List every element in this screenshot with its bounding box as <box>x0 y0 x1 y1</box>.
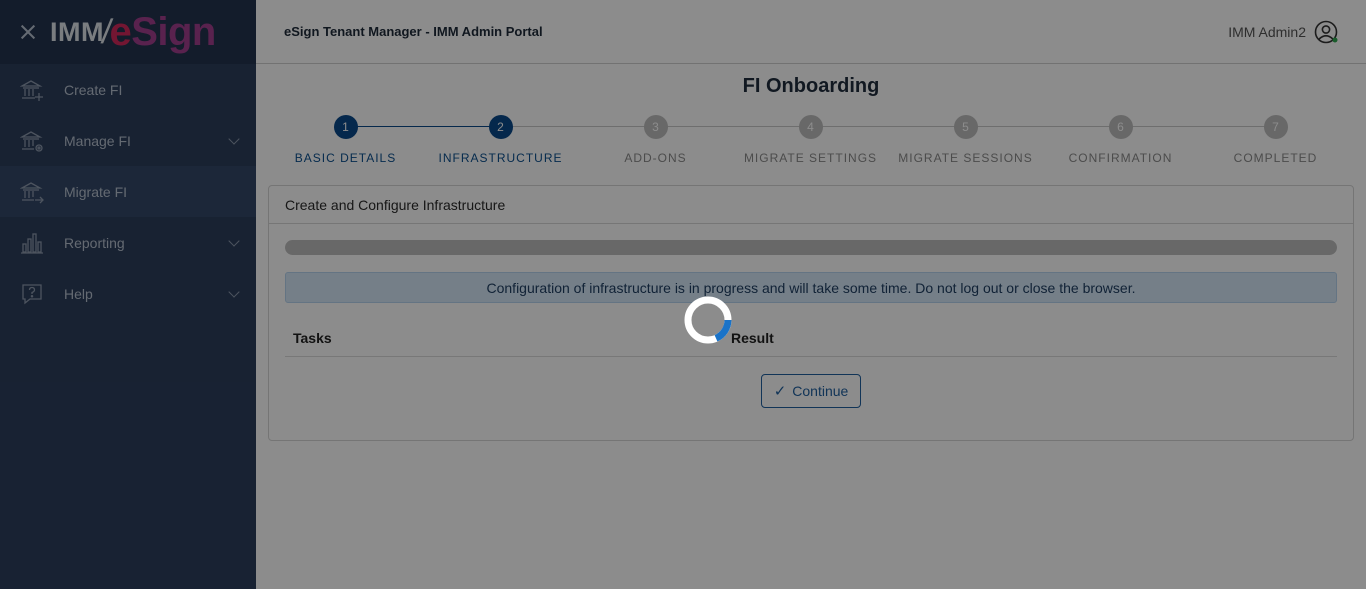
loading-spinner-icon <box>684 296 732 344</box>
